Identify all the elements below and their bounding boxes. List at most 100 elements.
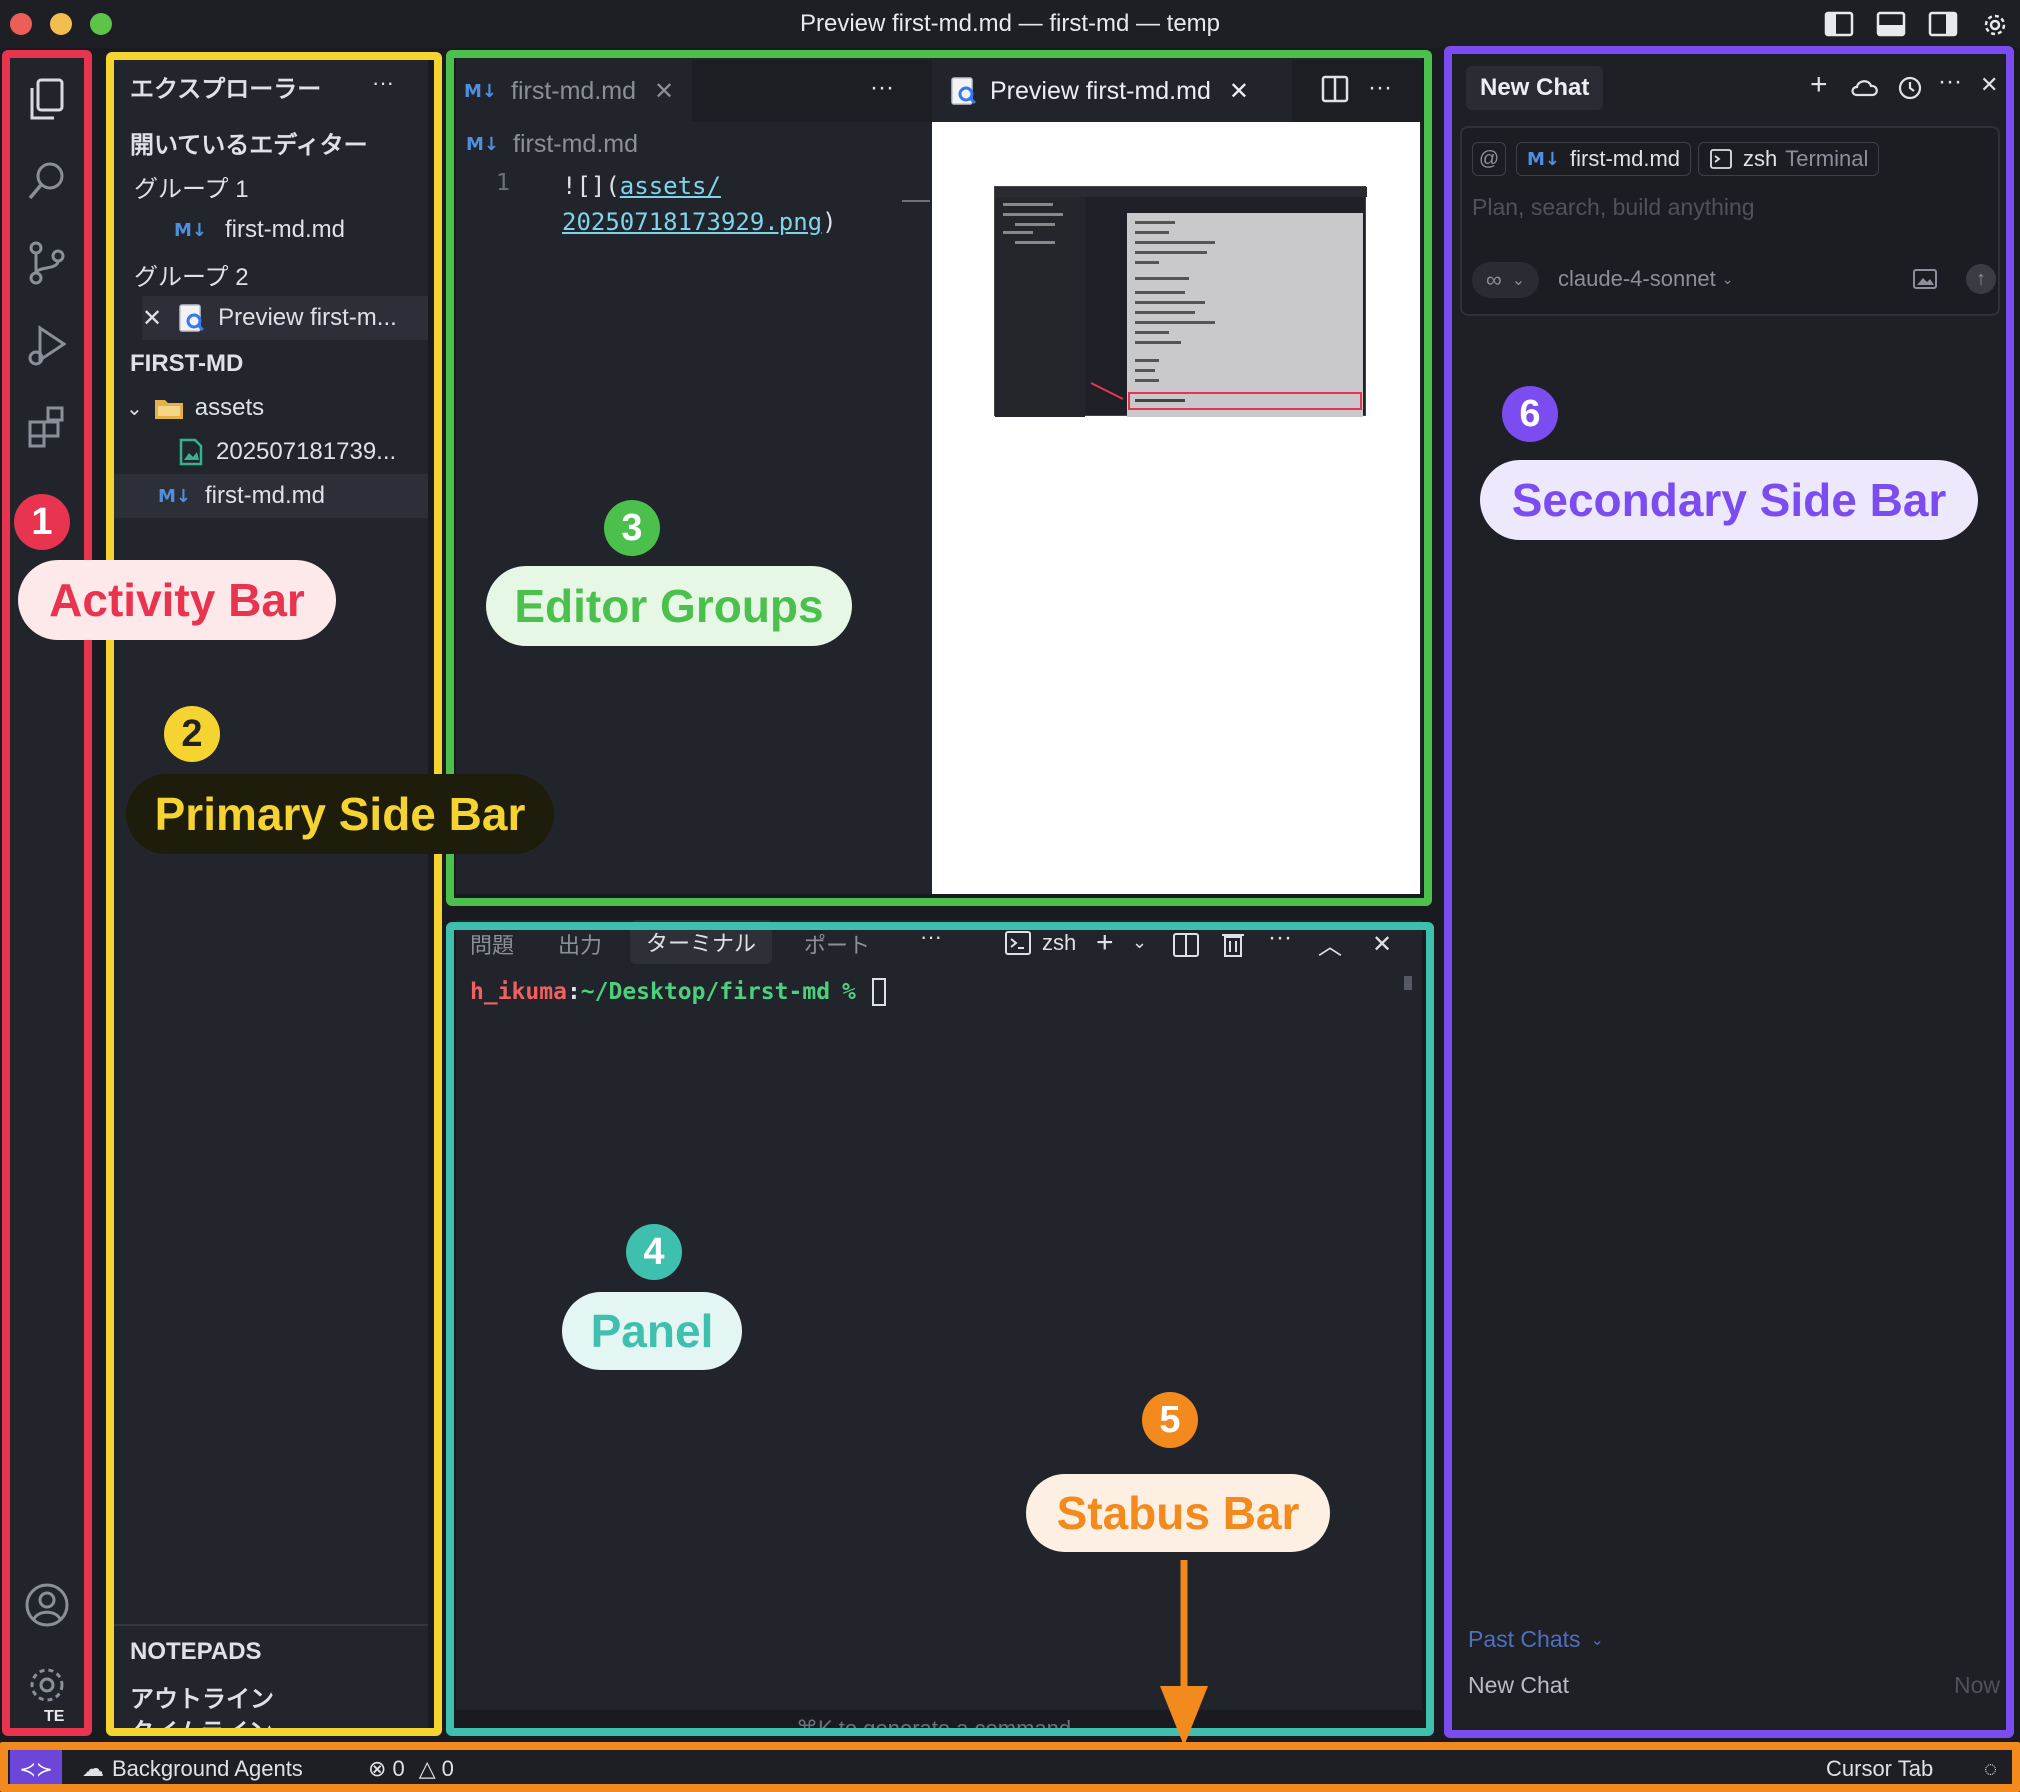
close-chat-icon[interactable]: ✕ [1980, 72, 1998, 98]
split-terminal-icon[interactable] [1172, 932, 1200, 958]
project-header[interactable]: FIRST-MD [130, 342, 420, 386]
close-panel-icon[interactable]: ✕ [1372, 930, 1392, 959]
editor-more-button[interactable]: ··· [1368, 74, 1392, 102]
editor-tab-bar-right: Preview first-md.md ✕ ··· [932, 60, 1422, 122]
panel-tab-problems[interactable]: 問題 [470, 928, 514, 960]
code-link[interactable]: assets/ [620, 172, 721, 200]
terminal-more-button[interactable]: ··· [1268, 924, 1292, 952]
toggle-primary-sidebar-icon[interactable] [1824, 10, 1854, 38]
source-control-icon[interactable] [24, 240, 70, 286]
status-bar: ≺≻ ☁ Background Agents ⊗ 0 △ 0 Cursor Ta… [0, 1746, 2020, 1792]
markdown-file-icon: M↓ [464, 80, 497, 102]
close-icon[interactable]: ✕ [654, 77, 674, 106]
background-agents-button[interactable]: ☁ Background Agents [82, 1756, 303, 1782]
chevron-down-icon[interactable]: ⌄ [1132, 932, 1147, 953]
panel-tab-ports[interactable]: ポート [804, 928, 870, 960]
close-icon[interactable]: ✕ [1229, 77, 1249, 106]
model-selector[interactable]: claude-4-sonnet ⌄ [1558, 266, 1734, 292]
terminal-scrollbar[interactable] [1404, 976, 1412, 990]
extensions-icon[interactable] [24, 404, 70, 450]
annotation-label-status-bar: Stabus Bar [1026, 1474, 1330, 1552]
markdown-file-icon: M↓ [1527, 148, 1560, 170]
past-chats-header[interactable]: Past Chats ⌄ [1468, 1626, 1604, 1653]
preview-file-icon [176, 303, 206, 333]
terminal-prompt[interactable]: h_ikuma: ~/Desktop/first-md% [470, 978, 886, 1006]
file-label: first-md.md [205, 482, 325, 509]
file-item-markdown[interactable]: M↓ first-md.md [110, 474, 428, 518]
history-icon[interactable] [1896, 74, 1924, 102]
chat-more-button[interactable]: ··· [1938, 68, 1962, 96]
chat-input-placeholder[interactable]: Plan, search, build anything [1472, 194, 1755, 221]
file-item-image[interactable]: 202507181739... [178, 430, 428, 474]
toggle-secondary-sidebar-icon[interactable] [1928, 10, 1958, 38]
explorer-more-button[interactable]: ··· [372, 70, 394, 96]
panel-more-button[interactable]: ··· [920, 924, 942, 950]
chevron-down-icon: ⌄ [126, 397, 143, 420]
panel-tab-terminal[interactable]: ターミナル [630, 920, 773, 964]
editor-more-button[interactable]: ··· [870, 74, 894, 102]
terminal-icon [1709, 148, 1733, 170]
breadcrumb[interactable]: M↓ first-md.md [466, 130, 638, 159]
toggle-panel-icon[interactable] [1876, 10, 1906, 38]
terminal-shell-selector[interactable]: zsh [1004, 930, 1076, 956]
close-icon[interactable]: ✕ [142, 304, 162, 333]
context-pill-file[interactable]: M↓ first-md.md [1516, 142, 1691, 176]
editor-tab[interactable]: M↓ first-md.md ✕ [456, 60, 692, 122]
mode-infinity-icon: ∞ [1486, 267, 1502, 292]
explorer-title: エクスプローラー [130, 75, 322, 103]
panel-tab-output[interactable]: 出力 [558, 928, 602, 960]
split-editor-icon[interactable] [1320, 74, 1350, 104]
chevron-down-icon: ⌄ [1590, 1631, 1604, 1649]
settings-gear-icon[interactable] [1980, 10, 2010, 38]
terminal-hint: ⌘K to generate a command [796, 1716, 1072, 1736]
warning-icon: △ [418, 1756, 436, 1781]
open-editor-item[interactable]: M↓ first-md.md [174, 208, 424, 252]
context-pill-terminal[interactable]: zsh Terminal [1698, 142, 1880, 176]
problems-counter[interactable]: ⊗ 0 △ 0 [368, 1756, 454, 1782]
cloud-icon[interactable] [1850, 76, 1880, 98]
background-agents-label: Background Agents [112, 1756, 303, 1781]
explorer-icon[interactable] [24, 76, 70, 122]
open-editor-label: Preview first-m... [218, 304, 397, 331]
preview-image [994, 186, 1367, 417]
manage-gear-icon[interactable] [24, 1662, 70, 1708]
image-attach-icon[interactable] [1912, 268, 1938, 290]
annotation-label-secondary-side-bar: Secondary Side Bar [1480, 460, 1978, 540]
terminal-cursor [871, 978, 886, 1006]
folder-item-assets[interactable]: ⌄ assets [126, 386, 426, 430]
breadcrumb-label: first-md.md [513, 130, 638, 158]
annotation-badge-2: 2 [164, 706, 220, 762]
remote-indicator-icon[interactable]: ≺≻ [10, 1746, 62, 1792]
annotation-badge-1: 1 [14, 494, 70, 550]
annotation-badge-4: 4 [626, 1224, 682, 1280]
trash-icon[interactable] [1220, 930, 1246, 958]
code-line[interactable]: ![](assets/ 20250718173929.png) [562, 168, 922, 240]
editor-tab-active[interactable]: Preview first-md.md ✕ [932, 60, 1292, 122]
search-icon[interactable] [24, 158, 70, 204]
new-terminal-plus-icon[interactable]: + [1096, 926, 1114, 960]
context-terminal-type: Terminal [1785, 146, 1869, 171]
mode-selector[interactable]: ∞ ⌄ [1472, 262, 1540, 298]
open-editor-item-preview[interactable]: ✕ Preview first-m... [142, 296, 428, 340]
open-editors-header[interactable]: 開いているエディター [130, 120, 420, 164]
chat-tab[interactable]: New Chat [1466, 66, 1604, 110]
image-file-icon [178, 438, 204, 466]
timeline-header[interactable]: タイムライン [130, 1712, 420, 1732]
code-link[interactable]: 20250718173929.png [562, 208, 822, 236]
maximize-panel-icon[interactable]: ︿ [1318, 926, 1342, 961]
prompt-user: h_ikuma [470, 979, 567, 1005]
cursor-tab-status[interactable]: Cursor Tab [1826, 1756, 1933, 1782]
notifications-bell-icon[interactable]: ◌ [1984, 1756, 1997, 1782]
history-item-label[interactable]: New Chat [1468, 1672, 1569, 1699]
notepads-header[interactable]: NOTEPADS [130, 1630, 420, 1674]
cloud-icon: ☁ [82, 1756, 104, 1781]
preview-file-icon [948, 76, 978, 106]
new-chat-plus-icon[interactable]: + [1810, 68, 1828, 102]
run-debug-icon[interactable] [24, 322, 70, 368]
add-context-button[interactable]: @ [1472, 142, 1506, 176]
primary-side-bar: エクスプローラー ··· 開いているエディター グループ 1 M↓ first-… [110, 52, 428, 1732]
terminal-shell-label: zsh [1042, 930, 1077, 955]
account-icon[interactable] [24, 1582, 70, 1628]
send-arrow-icon[interactable]: ↑ [1966, 264, 1996, 294]
error-count: 0 [392, 1756, 405, 1781]
